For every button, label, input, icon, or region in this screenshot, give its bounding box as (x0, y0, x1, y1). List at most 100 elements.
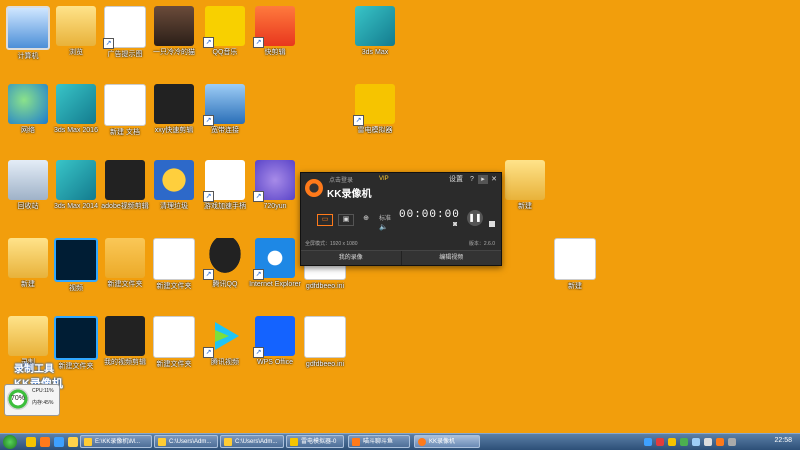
tray-kk-icon[interactable] (716, 438, 724, 446)
video-thumbnail-icon (154, 6, 194, 46)
taskbar-clock[interactable]: 22:58 (774, 437, 792, 444)
task-kk-folder[interactable]: E:\KK录像机\M... (80, 435, 152, 448)
desktop-icon-cleaner[interactable]: 清理垃圾 (146, 160, 202, 211)
broom-cleaner-icon (154, 160, 194, 200)
desktop-icon-qq[interactable]: ↗ 腾讯QQ (197, 238, 253, 289)
3dsmax-icon (355, 6, 395, 46)
icon-label: 视频 (69, 285, 83, 292)
desktop-icon-video[interactable]: 一只冷冷的猫 (146, 6, 202, 57)
icon-label: 腾讯视频 (211, 359, 239, 366)
desktop-icon-document[interactable]: ↗ 广告提示图 (97, 6, 153, 59)
kk-bottom-bar: 我的录像 编辑视频 (301, 250, 501, 265)
usage-gauge: 70% (7, 388, 29, 410)
shortcut-arrow-icon: ↗ (253, 347, 264, 358)
document-icon (554, 238, 596, 280)
desktop-icon-video-editor[interactable]: ↗ 快剪辑 (247, 6, 303, 57)
quicklaunch-folder-icon[interactable] (68, 437, 78, 447)
close-button[interactable]: ✕ (489, 175, 499, 184)
shortcut-arrow-icon: ↗ (253, 191, 264, 202)
tray-app-icon[interactable] (668, 438, 676, 446)
tray-app-icon[interactable] (644, 438, 652, 446)
quality-label[interactable]: 标准 (379, 213, 391, 222)
kk-recorder-window[interactable]: 点击登录 VIP KK录像机 设置 ? ▸ ✕ ▭ ▣ ⊕ 标准 🔈 00:00… (300, 172, 502, 266)
vip-badge[interactable]: VIP (379, 176, 389, 182)
ldplayer-icon: ↗ (353, 84, 395, 126)
shortcut-arrow-icon: ↗ (253, 37, 264, 48)
tray-volume-icon[interactable] (704, 438, 712, 446)
desktop-icon-new-folder-a[interactable]: 新建文件夹 (97, 238, 153, 289)
icon-label: 我的视频剪辑 (104, 359, 146, 366)
desktop-icon-3dsmax-2016[interactable]: 3ds Max 2016 (48, 84, 104, 135)
tray-shield-icon[interactable] (680, 438, 688, 446)
recycle-bin-icon (8, 160, 48, 200)
login-link[interactable]: 点击登录 (329, 175, 353, 184)
game-mode-icon[interactable]: ⊕ (359, 214, 373, 224)
tray-network-icon[interactable] (692, 438, 700, 446)
icon-label: 雷电模拟器 (357, 127, 393, 134)
desktop-icon-broadband[interactable]: ↗ 宽带连接 (197, 84, 253, 135)
quicklaunch-browser-icon[interactable] (40, 437, 50, 447)
desktop-icon-3dsmax-2014[interactable]: 3ds Max 2014 (48, 160, 104, 211)
task-ldplayer[interactable]: 雷电模拟器-0 (286, 435, 344, 448)
desktop-icon-word[interactable]: 新建 文档 (97, 84, 153, 137)
tencent-video-play-icon: ↗ (203, 316, 245, 358)
720-panorama-icon: ↗ (253, 160, 295, 202)
task-douyu[interactable]: 喵斗聊斗鱼 (348, 435, 410, 448)
desktop-icon-3dsmax[interactable]: 3ds Max (347, 6, 403, 57)
desktop-icon-qqmusic[interactable]: ↗ QQ音乐 (197, 6, 253, 57)
icon-label: adobe视频剪辑 (101, 203, 149, 210)
start-button-icon[interactable] (3, 435, 17, 449)
desktop-icon-wps[interactable]: ↗ WPS Office (247, 316, 303, 367)
pause-button[interactable]: ❚❚ (467, 210, 483, 226)
desktop-icon-psd[interactable]: 视频 (48, 238, 104, 293)
icon-label: 新建文件夹 (156, 361, 192, 368)
quicklaunch-qq-icon[interactable] (26, 437, 36, 447)
desktop-icon-new-doc[interactable]: 新建 (547, 238, 603, 291)
icon-label: xxy快速剪辑 (154, 127, 194, 134)
task-explorer-1[interactable]: C:\Users\Adm... (154, 435, 218, 448)
my-recordings-button[interactable]: 我的录像 (301, 251, 401, 265)
volume-icon[interactable]: 🔈 (379, 223, 388, 231)
icon-label: 腾讯QQ (212, 281, 238, 288)
icon-label: 新建 (518, 203, 532, 210)
minimize-button[interactable]: ▸ (478, 175, 488, 184)
internet-explorer-icon: ↗ (253, 238, 295, 280)
folder-icon (84, 438, 92, 446)
desktop-icon-gamepad[interactable]: ↗ 游戏加速手柄 (197, 160, 253, 211)
desktop-icon-tencent-video[interactable]: ↗ 腾讯视频 (197, 316, 253, 367)
help-button[interactable]: ? (467, 175, 477, 184)
task-kk-recorder[interactable]: KK录像机 (414, 435, 480, 448)
desktop-icon-720yun[interactable]: ↗ 720yun (247, 160, 303, 211)
desktop-icon-ini-2[interactable]: gdfdbeeo.ini (297, 316, 353, 369)
window-mode-icon[interactable]: ▣ (338, 214, 354, 226)
tray-app-icon[interactable] (656, 438, 664, 446)
icon-label: 720yun (263, 203, 287, 210)
desktop-icon-pdf[interactable]: 新建文件夹 (146, 316, 202, 369)
desktop-icon-ie[interactable]: ↗ Internet Explorer (247, 238, 303, 289)
desktop-icon-folder-right[interactable]: 新建 (497, 160, 553, 211)
fullscreen-mode-icon[interactable]: ▭ (317, 214, 333, 226)
kk-title: KK录像机 (327, 189, 372, 200)
desktop-icon-clip[interactable]: xxy快速剪辑 (146, 84, 202, 135)
shortcut-arrow-icon: ↗ (203, 37, 214, 48)
stop-button[interactable] (489, 221, 495, 227)
screenshot-camera-icon[interactable]: ◙ (453, 221, 457, 228)
film-thumbnail-icon (154, 84, 194, 124)
computer-icon (6, 6, 50, 50)
settings-button[interactable]: 设置 (449, 175, 463, 184)
icon-label: 游戏加速手柄 (204, 203, 246, 210)
icon-label: 3ds Max 2014 (54, 203, 98, 210)
icon-label: WPS Office (256, 359, 294, 366)
desktop-icon-my-clips[interactable]: 我的视频剪辑 (97, 316, 153, 367)
quicklaunch-ie-icon[interactable] (54, 437, 64, 447)
desktop-icon-adobe-video[interactable]: adobe视频剪辑 (97, 160, 153, 211)
folder-icon (8, 316, 48, 356)
edit-video-button[interactable]: 编辑视频 (400, 251, 501, 265)
ini-file-icon (304, 316, 346, 358)
tray-app-icon[interactable] (728, 438, 736, 446)
desktop-icon-new-folder-b[interactable]: 新建文件夹 (146, 238, 202, 291)
system-monitor-widget[interactable]: 70% CPU:11% 内存:45% (4, 384, 60, 416)
desktop-icon-folder[interactable]: 浏览 (48, 6, 104, 57)
task-explorer-2[interactable]: C:\Users\Adm... (220, 435, 284, 448)
desktop-icon-ldplayer[interactable]: ↗ 雷电模拟器 (347, 84, 403, 135)
